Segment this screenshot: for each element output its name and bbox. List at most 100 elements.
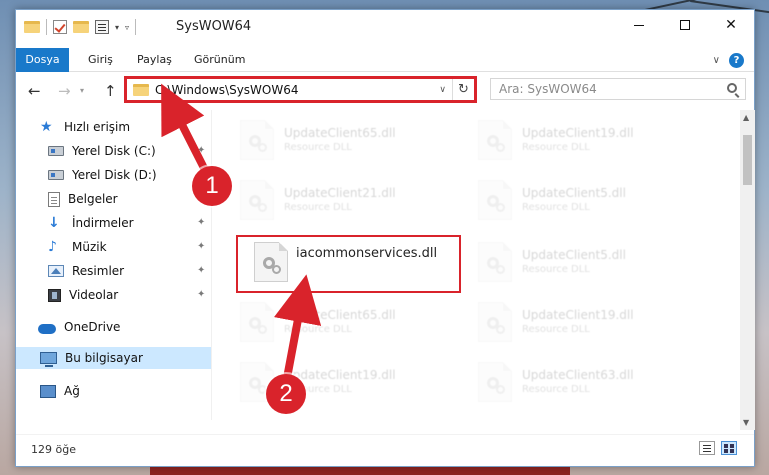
documents-icon bbox=[48, 191, 60, 207]
close-icon: ✕ bbox=[725, 17, 737, 33]
sidebar-item-local-disk-c[interactable]: Yerel Disk (C:) ✦ bbox=[16, 140, 211, 162]
tab-file[interactable]: Dosya bbox=[16, 48, 69, 72]
pane-divider[interactable] bbox=[211, 110, 212, 420]
music-icon: ♪ bbox=[48, 239, 57, 255]
search-input[interactable]: Ara: SysWOW64 bbox=[490, 78, 746, 100]
file-name: UpdateClient19.dll bbox=[522, 308, 634, 322]
download-icon: ↓ bbox=[48, 215, 60, 231]
expand-ribbon-icon[interactable]: ∨ bbox=[713, 55, 720, 66]
star-icon: ★ bbox=[40, 119, 53, 135]
sidebar-item-label: Belgeler bbox=[68, 192, 118, 206]
toolbar-separator bbox=[135, 19, 137, 35]
sidebar-item-label: Resimler bbox=[72, 264, 125, 278]
file-name: UpdateClient19.dll bbox=[522, 126, 634, 140]
ribbon-tabs: Dosya Giriş Paylaş Görünüm bbox=[16, 48, 754, 72]
properties-check-icon[interactable] bbox=[53, 20, 67, 34]
file-item[interactable]: UpdateClient65.dll Resource DLL bbox=[226, 296, 456, 348]
file-type: Resource DLL bbox=[522, 384, 590, 395]
pin-icon[interactable]: ✦ bbox=[197, 217, 207, 229]
up-button[interactable]: ↑ bbox=[104, 82, 117, 100]
chevron-down-icon[interactable]: ▾ bbox=[115, 23, 119, 32]
minimize-icon bbox=[634, 24, 644, 26]
back-button[interactable]: ← bbox=[28, 82, 41, 100]
dll-file-icon bbox=[240, 180, 274, 220]
sidebar-item-label: Yerel Disk (D:) bbox=[72, 168, 157, 182]
sidebar-item-local-disk-d[interactable]: Yerel Disk (D:) bbox=[16, 164, 211, 186]
forward-button[interactable]: → bbox=[58, 82, 71, 100]
file-type: Resource DLL bbox=[522, 264, 590, 275]
sidebar-item-label: Yerel Disk (C:) bbox=[72, 144, 156, 158]
help-icon[interactable]: ? bbox=[729, 53, 744, 68]
file-item[interactable]: UpdateClient19.dll Resource DLL bbox=[226, 356, 456, 408]
sidebar-item-label: İndirmeler bbox=[72, 216, 134, 230]
sidebar-item-label: Hızlı erişim bbox=[64, 120, 131, 134]
file-item[interactable]: UpdateClient5.dll Resource DLL bbox=[464, 174, 694, 226]
quick-access-toolbar: ▾ ▿ bbox=[24, 17, 137, 37]
sidebar-item-onedrive[interactable]: OneDrive bbox=[16, 316, 211, 338]
computer-icon bbox=[40, 352, 57, 367]
sidebar-item-network[interactable]: Ağ bbox=[16, 380, 211, 402]
file-item[interactable]: UpdateClient65.dll Resource DLL bbox=[226, 114, 456, 166]
tab-view[interactable]: Görünüm bbox=[188, 48, 251, 72]
pin-icon[interactable]: ✦ bbox=[197, 145, 207, 157]
folder-icon bbox=[133, 83, 149, 96]
file-name: UpdateClient65.dll bbox=[284, 308, 396, 322]
qat-dropdown-icon[interactable]: ▿ bbox=[125, 23, 129, 32]
search-placeholder: Ara: SysWOW64 bbox=[499, 82, 597, 96]
videos-icon bbox=[48, 288, 61, 302]
tab-home[interactable]: Giriş bbox=[82, 48, 119, 72]
dll-file-icon bbox=[478, 362, 512, 402]
details-view-icon[interactable] bbox=[699, 441, 715, 455]
window-title: SysWOW64 bbox=[176, 19, 252, 34]
file-item[interactable]: UpdateClient19.dll Resource DLL bbox=[464, 114, 694, 166]
pin-icon[interactable]: ✦ bbox=[197, 289, 207, 301]
scroll-down-icon[interactable]: ▼ bbox=[743, 418, 749, 427]
pin-icon[interactable]: ✦ bbox=[197, 265, 207, 277]
sidebar-item-music[interactable]: ♪ Müzik ✦ bbox=[16, 236, 211, 258]
file-name: UpdateClient5.dll bbox=[522, 186, 626, 200]
scroll-thumb[interactable] bbox=[743, 135, 752, 185]
file-type: Resource DLL bbox=[284, 202, 352, 213]
sidebar-item-downloads[interactable]: ↓ İndirmeler ✦ bbox=[16, 212, 211, 234]
sidebar-item-documents[interactable]: Belgeler ✦ bbox=[16, 188, 211, 210]
sidebar-item-this-pc[interactable]: Bu bilgisayar bbox=[16, 347, 211, 369]
file-item[interactable]: UpdateClient5.dll Resource DLL bbox=[464, 236, 694, 288]
tab-share[interactable]: Paylaş bbox=[131, 48, 178, 72]
navigation-pane: ★ Hızlı erişim Yerel Disk (C:) ✦ Yerel D… bbox=[16, 114, 211, 404]
file-name: UpdateClient21.dll bbox=[284, 186, 396, 200]
address-path[interactable]: C:\Windows\SysWOW64 bbox=[155, 83, 439, 97]
file-item[interactable]: UpdateClient21.dll Resource DLL bbox=[226, 174, 456, 226]
vertical-scrollbar[interactable]: ▲ ▼ bbox=[740, 110, 755, 430]
sidebar-item-label: OneDrive bbox=[64, 320, 121, 334]
dll-file-icon bbox=[240, 120, 274, 160]
maximize-button[interactable] bbox=[662, 10, 708, 40]
refresh-icon[interactable]: ↻ bbox=[452, 79, 474, 100]
new-folder-icon[interactable] bbox=[73, 21, 89, 33]
toolbar-separator bbox=[46, 19, 47, 35]
disk-icon bbox=[48, 170, 64, 180]
chevron-down-icon[interactable]: ∨ bbox=[439, 85, 446, 95]
file-item[interactable]: UpdateClient19.dll Resource DLL bbox=[464, 296, 694, 348]
search-icon bbox=[727, 83, 737, 93]
sidebar-item-pictures[interactable]: Resimler ✦ bbox=[16, 260, 211, 282]
large-icons-view-icon[interactable] bbox=[721, 441, 737, 455]
dll-file-icon bbox=[478, 120, 512, 160]
file-highlight-box bbox=[236, 235, 461, 293]
scroll-up-icon[interactable]: ▲ bbox=[743, 113, 749, 122]
minimize-button[interactable] bbox=[616, 10, 662, 40]
sidebar-item-quick-access[interactable]: ★ Hızlı erişim bbox=[16, 116, 211, 138]
sidebar-item-videos[interactable]: Videolar ✦ bbox=[16, 284, 211, 306]
sidebar-item-label: Ağ bbox=[64, 384, 80, 398]
file-type: Resource DLL bbox=[284, 324, 352, 335]
address-bar[interactable]: C:\Windows\SysWOW64 ∨ ↻ bbox=[124, 76, 477, 103]
file-type: Resource DLL bbox=[522, 202, 590, 213]
cloud-icon bbox=[38, 324, 56, 334]
dll-file-icon bbox=[240, 302, 274, 342]
customize-icon[interactable] bbox=[95, 20, 109, 34]
recent-locations-icon[interactable]: ▾ bbox=[80, 86, 84, 95]
file-item[interactable]: UpdateClient63.dll Resource DLL bbox=[464, 356, 694, 408]
disk-icon bbox=[48, 146, 64, 156]
close-button[interactable]: ✕ bbox=[708, 10, 754, 40]
pin-icon[interactable]: ✦ bbox=[197, 241, 207, 253]
dll-file-icon bbox=[478, 302, 512, 342]
